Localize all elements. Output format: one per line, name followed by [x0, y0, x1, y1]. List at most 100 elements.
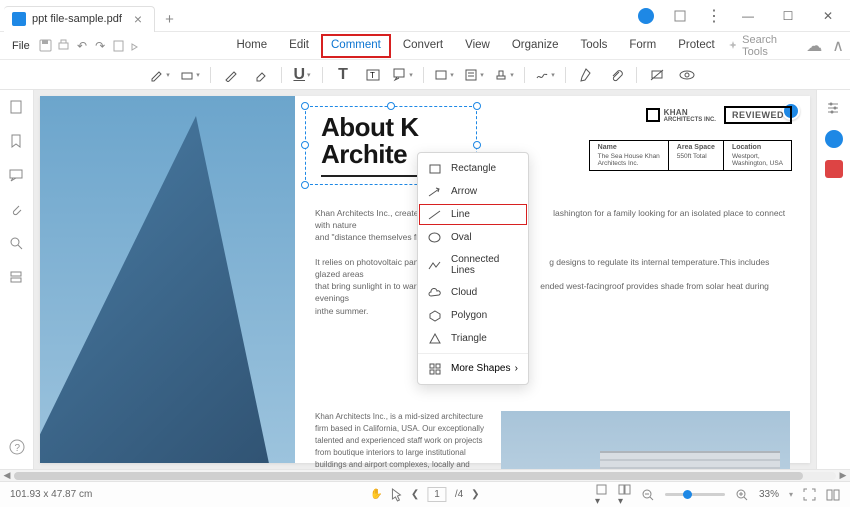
shape-item-line[interactable]: Line [418, 203, 528, 226]
shape-item-arrow[interactable]: Arrow [418, 180, 528, 203]
main-area: ? KHAN ARCHITECTS INC. REVIEWED [0, 90, 850, 469]
hand-tool-icon[interactable]: ✋ [370, 489, 382, 500]
shape-item-oval[interactable]: Oval [418, 226, 528, 249]
thumbnails-icon[interactable] [9, 100, 25, 116]
scroll-right-icon[interactable]: ▶ [836, 470, 850, 481]
page-prev-icon[interactable]: ❮ [411, 489, 419, 500]
bookmarks-icon[interactable] [9, 134, 25, 150]
hide-comments-tool[interactable] [647, 65, 667, 85]
shape-item-more[interactable]: More Shapes › [418, 357, 528, 380]
tab-view[interactable]: View [455, 34, 500, 58]
shape-item-rectangle[interactable]: Rectangle [418, 157, 528, 180]
scroll-left-icon[interactable]: ◀ [0, 470, 14, 481]
zoom-out-icon[interactable] [641, 488, 655, 502]
redo-icon[interactable]: ↷ [92, 37, 108, 55]
select-tool-icon[interactable] [391, 488, 403, 502]
search-placeholder: Search Tools [742, 34, 792, 58]
shape-rect-tool[interactable] [434, 65, 454, 85]
new-tab-button[interactable]: + [165, 11, 174, 28]
polygon-icon [428, 309, 441, 322]
window-maximize-button[interactable]: ☐ [774, 2, 802, 30]
view-mode-icon[interactable]: ▾ [618, 483, 631, 507]
clipboard-icon[interactable] [110, 37, 126, 55]
properties-icon[interactable] [825, 100, 843, 118]
tab-tools[interactable]: Tools [571, 34, 618, 58]
zoom-slider[interactable] [665, 493, 725, 496]
window-square-icon[interactable] [666, 2, 694, 30]
underline-tool[interactable]: U [292, 65, 312, 85]
body-column: Khan Architects Inc., is a mid-sized arc… [315, 411, 485, 469]
right-panel-rail [816, 90, 850, 469]
svg-text:T: T [370, 71, 375, 80]
svg-text:?: ? [14, 443, 20, 454]
pencil-tool[interactable] [221, 65, 241, 85]
line-icon [428, 208, 441, 221]
zoom-value[interactable]: 33% [759, 489, 779, 500]
scroll-thumb[interactable] [14, 472, 803, 480]
status-bar: 101.93 x 47.87 cm ✋ ❮ 1 /4 ❯ ▾ ▾ 33%▾ [0, 481, 850, 507]
connected-lines-icon [428, 259, 441, 272]
reading-mode-icon[interactable] [826, 489, 840, 501]
app-sidebar-icon[interactable] [825, 160, 843, 178]
shape-item-triangle[interactable]: Triangle [418, 327, 528, 350]
document-tab[interactable]: ppt file-sample.pdf × [4, 6, 155, 32]
more-menu-icon[interactable]: ⋮ [706, 6, 722, 26]
area-highlight-tool[interactable] [180, 65, 200, 85]
save-icon[interactable] [38, 37, 54, 55]
user-avatar[interactable] [638, 8, 654, 24]
document-canvas[interactable]: KHAN ARCHITECTS INC. REVIEWED NameThe Se… [34, 90, 816, 469]
help-icon[interactable]: ? [9, 439, 25, 455]
window-minimize-button[interactable]: — [734, 2, 762, 30]
fields-panel-icon[interactable] [9, 270, 25, 286]
status-dimensions: 101.93 x 47.87 cm [10, 489, 92, 500]
search-tools[interactable]: Search Tools [727, 34, 793, 58]
fit-page-icon[interactable]: ▾ [595, 483, 608, 507]
file-menu[interactable]: File [6, 36, 36, 56]
undo-icon[interactable]: ↶ [74, 37, 90, 55]
attachment-tool[interactable] [606, 65, 626, 85]
tab-form[interactable]: Form [619, 34, 666, 58]
shapes-dropdown: Rectangle Arrow Line Oval Connected Line… [417, 152, 529, 385]
page-content: KHAN ARCHITECTS INC. REVIEWED NameThe Se… [295, 96, 810, 463]
zoom-in-icon[interactable] [735, 488, 749, 502]
window-close-button[interactable]: ✕ [814, 2, 842, 30]
search-panel-icon[interactable] [9, 236, 25, 252]
brand-header: KHAN ARCHITECTS INC. REVIEWED [646, 106, 792, 124]
shape-item-polygon[interactable]: Polygon [418, 304, 528, 327]
fullscreen-icon[interactable] [803, 488, 816, 501]
textbox-tool[interactable]: T [363, 65, 383, 85]
rectangle-icon [428, 162, 441, 175]
collapse-ribbon-icon[interactable]: ∧ [832, 36, 844, 56]
tab-home[interactable]: Home [226, 34, 277, 58]
signature-tool[interactable] [535, 65, 555, 85]
share-icon[interactable] [128, 37, 144, 55]
callout-tool[interactable] [393, 65, 413, 85]
page-number-input[interactable]: 1 [427, 487, 447, 502]
attachments-panel-icon[interactable] [9, 202, 25, 218]
stamp-tool[interactable] [494, 65, 514, 85]
tab-close-icon[interactable]: × [134, 11, 142, 27]
tab-title: ppt file-sample.pdf [32, 13, 122, 25]
pen-tool[interactable] [576, 65, 596, 85]
cloud-icon[interactable]: ☁ [806, 36, 822, 56]
logo-icon [646, 108, 660, 122]
tab-comment[interactable]: Comment [321, 34, 391, 58]
show-comments-tool[interactable] [677, 65, 697, 85]
comments-panel-icon[interactable] [9, 168, 25, 184]
tab-convert[interactable]: Convert [393, 34, 453, 58]
text-tool[interactable]: T [333, 65, 353, 85]
tab-edit[interactable]: Edit [279, 34, 319, 58]
shape-item-cloud[interactable]: Cloud [418, 281, 528, 304]
ribbon-tabs: Home Edit Comment Convert View Organize … [226, 34, 724, 58]
ai-sidebar-icon[interactable] [825, 130, 843, 148]
note-tool[interactable] [464, 65, 484, 85]
page-total: /4 [455, 489, 463, 500]
highlighter-tool[interactable] [150, 65, 170, 85]
tab-organize[interactable]: Organize [502, 34, 569, 58]
page-next-icon[interactable]: ❯ [471, 489, 479, 500]
shape-item-connected[interactable]: Connected Lines [418, 249, 528, 281]
print-icon[interactable] [56, 37, 72, 55]
eraser-tool[interactable] [251, 65, 271, 85]
tab-protect[interactable]: Protect [668, 34, 724, 58]
horizontal-scrollbar[interactable]: ◀ ▶ [0, 469, 850, 481]
